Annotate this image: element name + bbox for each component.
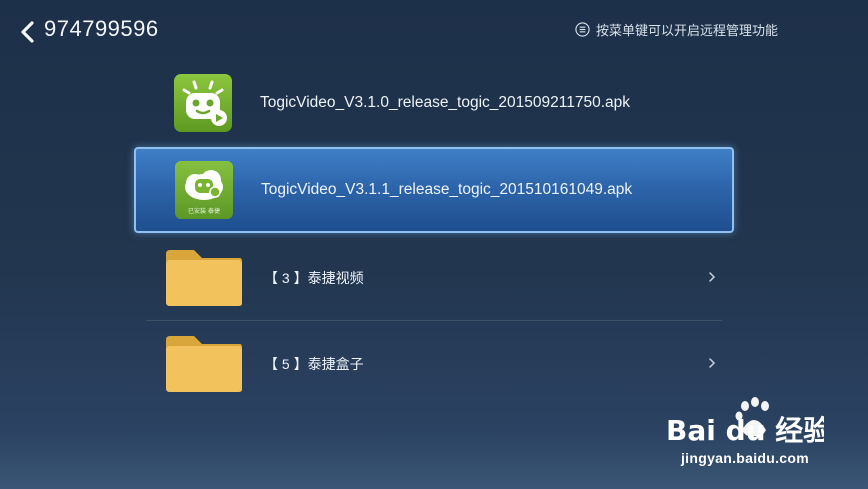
watermark-brand: Bai du 经验 <box>666 414 824 447</box>
file-item-apk-v310[interactable]: TogicVideo_V3.1.0_release_togic_20150921… <box>146 63 722 143</box>
folder-name: 【 5 】泰捷盒子 <box>264 356 364 372</box>
folder-item-taijie-video[interactable]: 【 3 】泰捷视频 <box>146 235 722 321</box>
watermark-url: jingyan.baidu.com <box>680 450 809 466</box>
apk-app-icon <box>174 74 232 132</box>
folder-icon <box>166 336 242 392</box>
chevron-right-icon <box>709 272 716 282</box>
icon-caption: 已安装 泰捷 <box>188 207 220 215</box>
file-name: TogicVideo_V3.1.1_release_togic_20151016… <box>261 181 633 198</box>
baidu-jingyan-watermark: Bai du 经验 jingyan.baidu.com <box>666 396 831 472</box>
folder-name: 【 3 】泰捷视频 <box>264 269 364 286</box>
folder-icon <box>166 249 242 306</box>
baidu-logo-icon: Bai du 经验 <box>666 397 831 447</box>
file-item-apk-v311-selected[interactable]: 已安装 泰捷 TogicVideo_V3.1.1_release_togic_2… <box>134 147 734 233</box>
chevron-right-icon <box>709 358 716 368</box>
folder-item-taijie-box[interactable]: 【 5 】泰捷盒子 <box>146 321 722 407</box>
apk-app-icon: 已安装 泰捷 <box>175 161 233 219</box>
file-name: TogicVideo_V3.1.0_release_togic_20150921… <box>260 94 631 111</box>
